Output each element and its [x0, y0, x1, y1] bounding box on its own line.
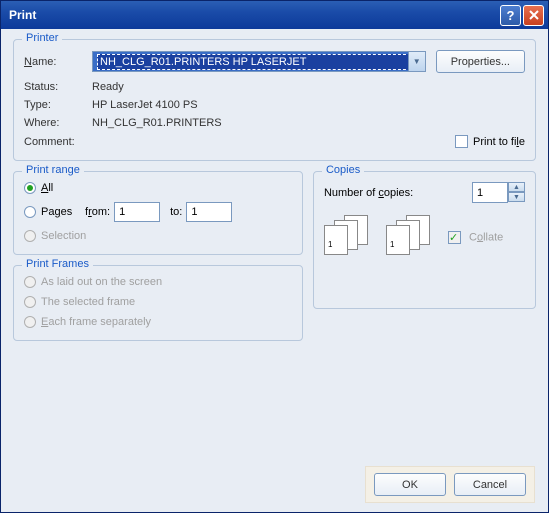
type-label: Type:: [24, 99, 92, 111]
spin-up-button[interactable]: ▲: [508, 182, 525, 192]
close-button[interactable]: [523, 5, 544, 26]
frames-layout-label: As laid out on the screen: [41, 276, 162, 288]
frames-each-label: Each frame separately: [41, 316, 151, 328]
num-copies-label: Number of copies:: [324, 187, 413, 199]
copies-group: Copies Number of copies: 1 ▲ ▼: [313, 171, 536, 309]
range-all-radio[interactable]: [24, 182, 36, 194]
range-all-label: All: [41, 182, 53, 194]
range-selection-label: Selection: [41, 230, 86, 242]
type-value: HP LaserJet 4100 PS: [92, 99, 198, 111]
chevron-down-icon[interactable]: ▼: [408, 52, 425, 71]
ok-button[interactable]: OK: [374, 473, 446, 496]
to-field[interactable]: 1: [186, 202, 232, 222]
copies-spinner[interactable]: 1 ▲ ▼: [472, 182, 525, 203]
range-pages-label: Pages: [41, 206, 85, 218]
printer-group: Printer Name: NH_CLG_R01.PRINTERS HP LAS…: [13, 39, 536, 161]
frames-each-radio: [24, 316, 36, 328]
print-to-file-label: Print to file: [473, 136, 525, 148]
collate-label: Collate: [469, 231, 503, 243]
name-label: Name:: [24, 56, 92, 68]
print-frames-group: Print Frames As laid out on the screen T…: [13, 265, 303, 341]
printer-legend: Printer: [22, 32, 62, 44]
from-label: from:: [85, 206, 110, 218]
copies-value[interactable]: 1: [472, 182, 508, 203]
collate-illustration-icon: 321: [324, 215, 374, 259]
frames-selected-radio: [24, 296, 36, 308]
print-dialog: Print ? Printer Name: NH_CLG_R01.PRINTER…: [0, 0, 549, 513]
properties-button[interactable]: Properties...: [436, 50, 525, 73]
frames-legend: Print Frames: [22, 258, 93, 270]
frames-selected-label: The selected frame: [41, 296, 135, 308]
range-pages-radio[interactable]: [24, 206, 36, 218]
collate-checkbox: [448, 231, 461, 244]
print-range-group: Print range All Pages from: 1 to: 1: [13, 171, 303, 255]
printer-name-dropdown[interactable]: NH_CLG_R01.PRINTERS HP LASERJET ▼: [92, 51, 426, 72]
window-title: Print: [9, 8, 498, 22]
close-icon: [529, 10, 539, 20]
status-value: Ready: [92, 81, 124, 93]
where-label: Where:: [24, 117, 92, 129]
copies-legend: Copies: [322, 164, 364, 176]
help-button[interactable]: ?: [500, 5, 521, 26]
printer-name-value: NH_CLG_R01.PRINTERS HP LASERJET: [97, 54, 421, 70]
dialog-buttons: OK Cancel: [365, 466, 535, 503]
spin-down-button[interactable]: ▼: [508, 192, 525, 202]
print-to-file-checkbox[interactable]: [455, 135, 468, 148]
frames-layout-radio: [24, 276, 36, 288]
collate-illustration-icon: 321: [386, 215, 436, 259]
comment-label: Comment:: [24, 136, 92, 148]
cancel-button[interactable]: Cancel: [454, 473, 526, 496]
titlebar[interactable]: Print ?: [1, 1, 548, 29]
to-label: to:: [170, 206, 182, 218]
range-legend: Print range: [22, 164, 84, 176]
range-selection-radio: [24, 230, 36, 242]
from-field[interactable]: 1: [114, 202, 160, 222]
where-value: NH_CLG_R01.PRINTERS: [92, 117, 222, 129]
status-label: Status:: [24, 81, 92, 93]
